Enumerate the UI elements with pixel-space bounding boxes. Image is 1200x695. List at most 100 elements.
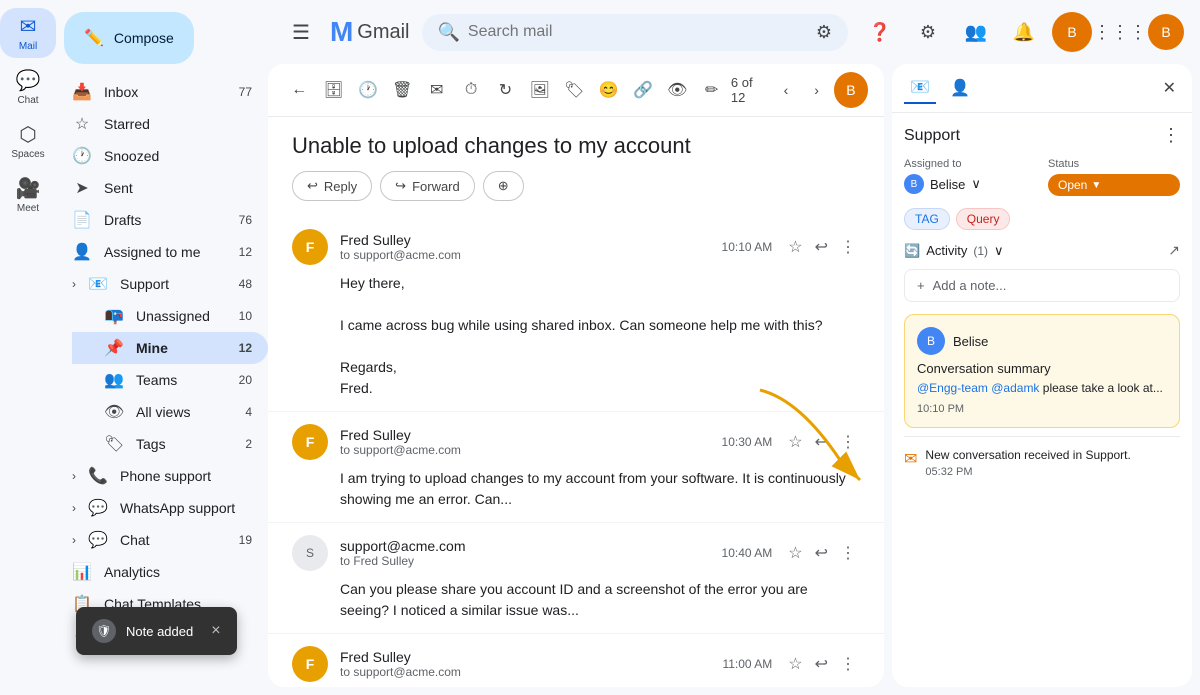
sidebar-item-phone-support[interactable]: › 📞 Phone support — [56, 460, 268, 492]
email-avatar: B — [834, 72, 868, 108]
message-to-2: to support@acme.com — [340, 443, 461, 457]
unassigned-icon: 📭 — [104, 306, 124, 326]
activity-header[interactable]: 🔄 Activity (1) ∨ ↗ — [904, 242, 1180, 259]
sidebar-item-inbox[interactable]: 📥 Inbox 77 — [56, 76, 268, 108]
assigned-to-value[interactable]: B Belise ∨ — [904, 174, 1036, 194]
user-avatar[interactable]: B — [1148, 14, 1184, 50]
sidebar-item-chat-nav[interactable]: › 💬 Chat 19 — [56, 524, 268, 556]
sidebar-item-unassigned[interactable]: 📭 Unassigned 10 — [72, 300, 268, 332]
inbox-icon: 📥 — [72, 82, 92, 102]
archive-button[interactable]: 🗄 — [318, 74, 348, 106]
notifications-icon[interactable]: 🔔 — [1004, 12, 1044, 52]
message-body: Hey there, I came across bug while using… — [340, 273, 860, 399]
reply-msg-icon[interactable]: ↩ — [811, 233, 832, 261]
phone-expand-icon: › — [72, 469, 76, 483]
sidebar-item-snoozed[interactable]: 🕐 Snoozed — [56, 140, 268, 172]
email-button[interactable]: ✉ — [422, 74, 452, 106]
sidebar-item-tags[interactable]: 🏷 Tags 2 — [72, 428, 268, 460]
sidebar-item-mine[interactable]: 📌 Mine 12 — [72, 332, 268, 364]
sidebar-item-chat[interactable]: 💬 Chat — [0, 62, 56, 112]
chat-expand-icon: › — [72, 533, 76, 547]
reply-button[interactable]: ↩ Reply — [292, 171, 372, 201]
clock-button[interactable]: ⏱ — [456, 74, 486, 106]
sender-avatar: F — [292, 229, 328, 265]
sidebar-item-drafts[interactable]: 📄 Drafts 76 — [56, 204, 268, 236]
more-msg-icon-4[interactable]: ⋮ — [836, 650, 860, 678]
star-icon-3[interactable]: ☆ — [784, 539, 806, 567]
panel-close-button[interactable]: ✕ — [1159, 74, 1180, 102]
view-button[interactable]: 👁 — [662, 74, 692, 106]
sidebar-item-support[interactable]: › 📧 Support 48 — [56, 268, 268, 300]
add-note-field[interactable]: + Add a note... — [904, 269, 1180, 302]
sidebar-item-assigned-to-me[interactable]: 👤 Assigned to me 12 — [56, 236, 268, 268]
reply-msg-icon-4[interactable]: ↩ — [811, 650, 832, 678]
sent-label: Sent — [104, 180, 133, 196]
contacts-icon[interactable]: 👥 — [956, 12, 996, 52]
filter-icon[interactable]: ⚙ — [816, 22, 832, 43]
compose-label: Compose — [114, 30, 174, 46]
table-row: F Fred Sulley to support@acme.com 10:30 … — [268, 412, 884, 523]
more-msg-icon[interactable]: ⋮ — [836, 233, 860, 261]
starred-label: Starred — [104, 116, 150, 132]
reply-msg-icon-2[interactable]: ↩ — [811, 428, 832, 456]
snooze-button[interactable]: 🕐 — [353, 74, 383, 106]
next-email-button[interactable]: › — [803, 76, 830, 104]
tags-icon: 🏷 — [104, 434, 124, 454]
profile-icon[interactable]: B — [1052, 12, 1092, 52]
external-link-icon[interactable]: ↗ — [1168, 242, 1180, 259]
tag-chip-tag[interactable]: TAG — [904, 208, 950, 230]
sidebar-item-analytics[interactable]: 📊 Analytics — [56, 556, 268, 588]
table-row: F Fred Sulley to support@acme.com 10:10 … — [268, 217, 884, 412]
sidebar-item-meet[interactable]: 🎥 Meet — [0, 170, 56, 220]
sidebar-item-starred[interactable]: ☆ Starred — [56, 108, 268, 140]
chat-icon: 💬 — [16, 68, 41, 93]
emoji-button[interactable]: 😊 — [593, 74, 623, 106]
forward-button[interactable]: ↪ Forward — [380, 171, 475, 201]
more-email-button[interactable]: ⊕ — [483, 171, 524, 201]
label-button[interactable]: 🏷 — [559, 74, 589, 106]
sidebar-item-whatsapp-support[interactable]: › 💬 WhatsApp support — [56, 492, 268, 524]
sidebar-item-sent[interactable]: ➤ Sent — [56, 172, 268, 204]
status-badge[interactable]: Open ▼ — [1048, 174, 1180, 196]
sidebar-item-all-views[interactable]: 👁 All views 4 — [72, 396, 268, 428]
share-button[interactable]: 🔗 — [628, 74, 658, 106]
apps-icon[interactable]: ⋮⋮⋮ — [1100, 12, 1140, 52]
toast-close-button[interactable]: × — [211, 622, 220, 640]
chat-nav-label: Chat — [120, 532, 150, 548]
more-msg-icon-2[interactable]: ⋮ — [836, 428, 860, 456]
compose-button[interactable]: ✏️ Compose — [64, 12, 194, 64]
spaces-icon: ⬡ — [19, 122, 36, 147]
refresh-button[interactable]: ↻ — [490, 74, 520, 106]
star-icon[interactable]: ☆ — [784, 233, 806, 261]
tag-chip-query[interactable]: Query — [956, 208, 1011, 230]
search-icon: 🔍 — [438, 22, 460, 43]
star-icon-4[interactable]: ☆ — [784, 650, 806, 678]
settings-icon[interactable]: ⚙ — [908, 12, 948, 52]
delete-button[interactable]: 🗑 — [387, 74, 417, 106]
sidebar-item-mail[interactable]: ✉ Mail — [0, 8, 56, 58]
assigned-label: Assigned to me — [104, 244, 201, 260]
reply-msg-icon-3[interactable]: ↩ — [811, 539, 832, 567]
panel-tab-contacts[interactable]: 👤 — [944, 72, 976, 104]
status-value: Open — [1058, 178, 1087, 192]
search-input[interactable] — [468, 23, 808, 41]
inbox-count: 77 — [239, 85, 252, 99]
star-icon-2[interactable]: ☆ — [784, 428, 806, 456]
panel-tab-inbox[interactable]: 📧 — [904, 72, 936, 104]
edit-button[interactable]: ✏ — [697, 74, 727, 106]
activity-chevron: ∨ — [994, 243, 1004, 259]
help-icon[interactable]: ❓ — [860, 12, 900, 52]
image-button[interactable]: 🖼 — [525, 74, 555, 106]
assigned-count: 12 — [239, 245, 252, 259]
hamburger-button[interactable]: ☰ — [284, 12, 318, 53]
back-button[interactable]: ← — [284, 74, 314, 106]
more-msg-icon-3[interactable]: ⋮ — [836, 539, 860, 567]
chat-nav-icon: 💬 — [88, 530, 108, 550]
notif-icon: ✉ — [904, 449, 917, 469]
panel-menu-icon[interactable]: ⋮ — [1162, 125, 1180, 146]
whatsapp-icon: 💬 — [88, 498, 108, 518]
sidebar-item-teams[interactable]: 👥 Teams 20 — [72, 364, 268, 396]
sidebar-item-spaces[interactable]: ⬡ Spaces — [0, 116, 56, 166]
search-bar[interactable]: 🔍 ⚙ — [422, 14, 849, 51]
prev-email-button[interactable]: ‹ — [773, 76, 800, 104]
